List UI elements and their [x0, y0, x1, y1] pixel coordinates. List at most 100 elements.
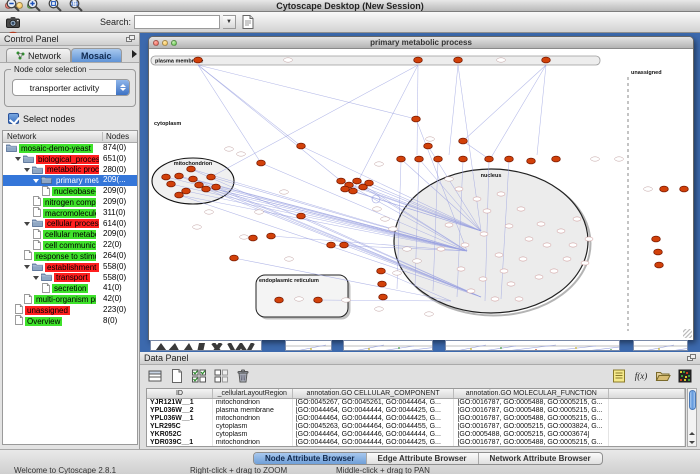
collapsed-node[interactable]: [445, 223, 453, 227]
collapsed-node[interactable]: [563, 257, 571, 261]
float-panel-icon[interactable]: [687, 354, 696, 362]
network-node[interactable]: [275, 297, 284, 303]
tab-network-attribute-browser[interactable]: Network Attribute Browser: [479, 453, 602, 464]
tab-node-attribute-browser[interactable]: Node Attribute Browser: [254, 453, 367, 464]
table-cell[interactable]: mitochondrion: [213, 399, 293, 407]
network-node[interactable]: [257, 160, 266, 166]
snapshot-icon[interactable]: [4, 14, 22, 31]
collapsed-node[interactable]: [280, 190, 289, 194]
network-node[interactable]: [340, 242, 349, 248]
network-tree-row[interactable]: biological_process651(0): [3, 154, 137, 165]
table-row[interactable]: YPL036W__2plasma membrane[GO:0044464, GO…: [147, 407, 685, 415]
network-tree-row[interactable]: Overview8(0): [3, 316, 137, 327]
collapsed-node[interactable]: [425, 312, 434, 316]
matrix-icon[interactable]: [676, 368, 694, 385]
collapsed-node[interactable]: [237, 152, 246, 156]
collapsed-node[interactable]: [615, 157, 624, 161]
network-node[interactable]: [415, 156, 424, 162]
collapsed-node[interactable]: [500, 269, 508, 273]
collapsed-node[interactable]: [491, 297, 499, 301]
table-cell[interactable]: [GO:0044464, GO:0044446, GO:0044444, G..…: [293, 431, 455, 439]
network-node[interactable]: [194, 57, 203, 63]
network-node[interactable]: [459, 156, 468, 162]
collapsed-node[interactable]: [557, 229, 565, 233]
collapsed-node[interactable]: [381, 217, 390, 221]
network-tree-row[interactable]: metabolic process280(0): [3, 165, 137, 176]
collapsed-node[interactable]: [479, 277, 487, 281]
expand-arrow-icon[interactable]: [24, 265, 30, 269]
collapsed-node[interactable]: [581, 261, 589, 265]
network-node[interactable]: [365, 180, 374, 186]
network-node[interactable]: [414, 57, 423, 63]
table-cell[interactable]: [GO:0044464, GO:0044444, GO:0044425, G..…: [293, 439, 455, 447]
table-cell[interactable]: mitochondrion: [213, 415, 293, 423]
expand-arrow-icon[interactable]: [15, 157, 21, 161]
collapsed-node[interactable]: [193, 225, 202, 229]
network-tree-row[interactable]: nitrogen compo209(0): [3, 197, 137, 208]
collapsed-node[interactable]: [373, 207, 382, 211]
network-node[interactable]: [349, 188, 358, 194]
network-node[interactable]: [654, 249, 663, 255]
tab-scroll-arrow[interactable]: [132, 50, 137, 58]
table-cell[interactable]: [609, 399, 685, 407]
table-cell[interactable]: plasma membrane: [213, 407, 293, 415]
zoom-fit-icon[interactable]: [46, 0, 64, 14]
network-tree-row[interactable]: multi-organism pro42(0): [3, 294, 137, 305]
collapsed-node[interactable]: [285, 257, 294, 261]
collapsed-node[interactable]: [537, 222, 545, 226]
search-input[interactable]: [134, 15, 220, 29]
collapsed-node[interactable]: [573, 217, 581, 221]
table-row[interactable]: YDR039C__1mitochondrion[GO:0044464, GO:0…: [147, 439, 685, 447]
tab-network[interactable]: Network: [6, 48, 71, 62]
collapsed-node[interactable]: [515, 297, 523, 301]
table-scrollbar[interactable]: [687, 388, 697, 447]
collapsed-node[interactable]: [240, 235, 249, 239]
expand-arrow-icon[interactable]: [33, 276, 39, 280]
table-row[interactable]: YKR052Ccytoplasm[GO:0044464, GO:0044446,…: [147, 431, 685, 439]
collapsed-node[interactable]: [413, 259, 422, 263]
table-cell[interactable]: YDR039C__1: [147, 439, 213, 447]
table-cell[interactable]: [609, 407, 685, 415]
collapsed-node[interactable]: [467, 289, 475, 293]
network-node[interactable]: [187, 166, 196, 172]
network-node[interactable]: [459, 138, 468, 144]
collapsed-node[interactable]: [445, 177, 454, 181]
collapsed-node[interactable]: [497, 192, 505, 196]
table-cell[interactable]: [GO:0044464, GO:0044444, GO:0044425, G..…: [293, 407, 455, 415]
table-cell[interactable]: YPL036W__1: [147, 415, 213, 423]
network-tree-row[interactable]: cellular metabo209(0): [3, 229, 137, 240]
collapsed-node[interactable]: [375, 307, 384, 311]
table-cell[interactable]: [GO:0016787, GO:0005488, GO:0005215, G..…: [454, 407, 609, 415]
network-node[interactable]: [207, 174, 216, 180]
tab-edge-attribute-browser[interactable]: Edge Attribute Browser: [367, 453, 479, 464]
table-column-header[interactable]: ID: [147, 389, 213, 398]
table-column-header[interactable]: [609, 389, 685, 398]
network-node[interactable]: [267, 233, 276, 239]
network-tree-row[interactable]: primary metabolic209(...: [3, 175, 137, 186]
table-cell[interactable]: cytoplasm: [213, 431, 293, 439]
network-tree-row[interactable]: cellular process614(0): [3, 219, 137, 230]
collapsed-node[interactable]: [437, 247, 445, 251]
network-node[interactable]: [542, 57, 551, 63]
network-node[interactable]: [379, 294, 388, 300]
network-node[interactable]: [175, 173, 184, 179]
unselect-attributes-icon[interactable]: [212, 368, 230, 385]
network-node[interactable]: [397, 156, 406, 162]
collapsed-node[interactable]: [591, 157, 600, 161]
collapsed-node[interactable]: [644, 187, 653, 191]
network-node[interactable]: [353, 178, 362, 184]
table-cell[interactable]: cytoplasm: [213, 423, 293, 431]
collapsed-node[interactable]: [483, 209, 491, 213]
background-window-fragment[interactable]: [445, 340, 620, 351]
collapsed-node[interactable]: [497, 58, 506, 62]
collapsed-node[interactable]: [403, 247, 412, 251]
table-cell[interactable]: [GO:0005488, GO:0005215, GO:0003674]: [454, 431, 609, 439]
network-tree-row[interactable]: mosaic-demo-yeast874(0): [3, 143, 137, 154]
table-cell[interactable]: [GO:0044464, GO:0044444, GO:0044425, G..…: [293, 415, 455, 423]
network-node[interactable]: [655, 262, 664, 268]
collapsed-node[interactable]: [543, 243, 551, 247]
network-node[interactable]: [249, 235, 258, 241]
expand-arrow-icon[interactable]: [33, 179, 39, 183]
collapsed-node[interactable]: [505, 224, 513, 228]
import-attributes-icon[interactable]: [654, 368, 672, 385]
